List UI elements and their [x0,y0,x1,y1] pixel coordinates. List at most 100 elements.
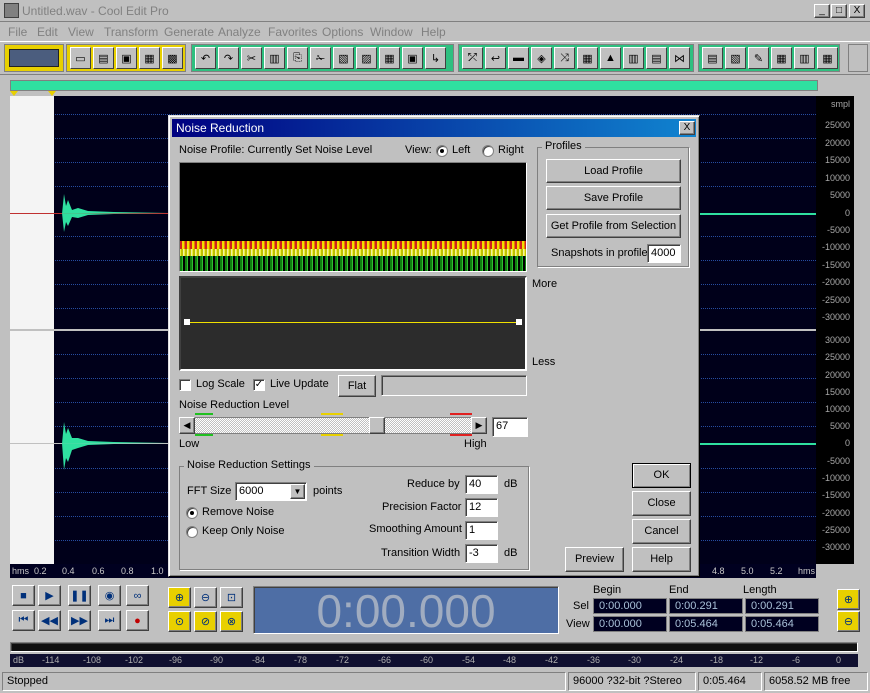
transition-input[interactable]: -3 [465,544,498,563]
menu-file[interactable]: File [8,25,27,39]
cues-icon[interactable]: ▥ [794,47,815,69]
spectrum-icon[interactable]: ▤ [646,47,667,69]
menu-view[interactable]: View [68,25,94,39]
scissors-icon[interactable]: ✂ [241,47,262,69]
view-end[interactable]: 0:05.464 [669,616,743,632]
chevron-down-icon[interactable]: ▼ [290,484,305,499]
fast-forward-icon[interactable]: ▶▶ [68,610,91,631]
menu-edit[interactable]: Edit [37,25,58,39]
zoom-right-icon[interactable]: ⊗ [220,611,243,632]
menu-options[interactable]: Options [322,25,363,39]
help-button[interactable]: Help [632,547,691,572]
view-length[interactable]: 0:05.464 [745,616,819,632]
paste-icon[interactable]: ▧ [333,47,354,69]
slider-left-arrow-icon[interactable]: ◀ [179,417,195,434]
zoom-selection-icon[interactable]: ⊙ [168,611,191,632]
go-to-start-icon[interactable]: ⏮ [12,610,35,631]
view-left-radio[interactable] [436,145,448,157]
zoom-vertical-in-icon[interactable]: ⊕ [837,589,860,610]
precision-input[interactable]: 12 [465,498,498,517]
loop-icon[interactable]: ∞ [126,585,149,606]
save-all-icon[interactable]: ▩ [162,47,183,69]
maximize-button[interactable]: □ [831,4,847,18]
crop-icon[interactable]: ▣ [402,47,423,69]
reverse-icon[interactable]: ↩ [485,47,506,69]
trim-icon[interactable]: ▥ [264,47,285,69]
slider-right-arrow-icon[interactable]: ▶ [471,417,487,434]
rewind-icon[interactable]: ◀◀ [38,610,61,631]
slider-thumb[interactable] [369,417,386,434]
remove-noise-radio[interactable] [186,507,198,519]
save-as-icon[interactable]: ▦ [139,47,160,69]
menu-favorites[interactable]: Favorites [268,25,317,39]
ok-button[interactable]: OK [632,463,691,488]
info-icon[interactable]: ▦ [771,47,792,69]
snapshots-input[interactable]: 4000 [647,244,681,263]
zoom-out-icon[interactable]: ⊖ [194,587,217,608]
filter-icon[interactable]: ▲ [600,47,621,69]
menu-window[interactable]: Window [370,25,413,39]
eq-icon[interactable]: ▥ [623,47,644,69]
menu-transform[interactable]: Transform [104,25,158,39]
extra-toolbar-icon[interactable] [848,44,868,72]
sel-begin[interactable]: 0:00.000 [593,598,667,614]
close-button[interactable]: Close [632,491,691,516]
load-profile-button[interactable]: Load Profile [546,159,681,183]
noise-icon[interactable]: ▦ [577,47,598,69]
smoothing-input[interactable]: 1 [465,521,498,540]
zoom-vertical-out-icon[interactable]: ⊖ [837,611,860,632]
redo-icon[interactable]: ↷ [218,47,239,69]
menu-analyze[interactable]: Analyze [218,25,261,39]
view-spectral-icon[interactable]: ▧ [725,47,746,69]
zoom-left-icon[interactable]: ⊘ [194,611,217,632]
view-right-radio[interactable] [482,145,494,157]
menu-generate[interactable]: Generate [164,25,214,39]
new-file-icon[interactable]: ▭ [70,47,91,69]
curve-right-handle[interactable] [516,319,522,325]
delay-icon[interactable]: ◈ [531,47,552,69]
app-icon[interactable] [4,3,19,18]
save-profile-button[interactable]: Save Profile [546,186,681,210]
curve-left-handle[interactable] [184,319,190,325]
reduction-curve-graph[interactable] [179,276,527,371]
mix-paste-icon[interactable]: ▦ [379,47,400,69]
nr-level-input[interactable]: 67 [492,417,528,437]
open-file-icon[interactable]: ▤ [93,47,114,69]
sel-end[interactable]: 0:00.291 [669,598,743,614]
cut-icon[interactable]: ✁ [310,47,331,69]
stop-icon[interactable]: ■ [12,585,35,606]
play-to-end-icon[interactable]: ◉ [98,585,121,606]
keep-noise-radio[interactable] [186,526,198,538]
log-scale-checkbox[interactable] [179,379,191,391]
close-window-button[interactable]: X [849,4,865,18]
menu-help[interactable]: Help [421,25,446,39]
go-to-end-icon[interactable]: ⏭ [98,610,121,631]
pitch-icon[interactable]: ⤨ [554,47,575,69]
preview-button[interactable]: Preview [565,547,624,572]
envelope-icon[interactable]: ⤱ [462,47,483,69]
silence-icon[interactable]: ▬ [508,47,529,69]
snap-icon[interactable]: ↳ [425,47,446,69]
record-icon[interactable]: ● [126,610,149,631]
play-icon[interactable]: ▶ [38,585,61,606]
minimize-button[interactable]: _ [814,4,830,18]
dialog-close-button[interactable]: X [679,121,695,135]
cancel-button[interactable]: Cancel [632,519,691,544]
multitrack-toggle[interactable] [4,44,64,72]
paste-new-icon[interactable]: ▨ [356,47,377,69]
stretch-icon[interactable]: ⋈ [669,47,690,69]
live-update-checkbox[interactable]: ✓ [253,379,265,391]
reduce-by-input[interactable]: 40 [465,475,498,494]
zoom-full-icon[interactable]: ⊡ [220,587,243,608]
sel-length[interactable]: 0:00.291 [745,598,819,614]
zoom-in-icon[interactable]: ⊕ [168,587,191,608]
view-wave-icon[interactable]: ▤ [702,47,723,69]
overview-bar[interactable] [10,80,818,91]
undo-icon[interactable]: ↶ [195,47,216,69]
grid-icon[interactable]: ▦ [817,47,838,69]
get-profile-button[interactable]: Get Profile from Selection [546,214,681,238]
brush-icon[interactable]: ✎ [748,47,769,69]
save-file-icon[interactable]: ▣ [116,47,137,69]
vertical-scrollbar[interactable] [855,96,867,564]
pause-icon[interactable]: ❚❚ [68,585,91,606]
